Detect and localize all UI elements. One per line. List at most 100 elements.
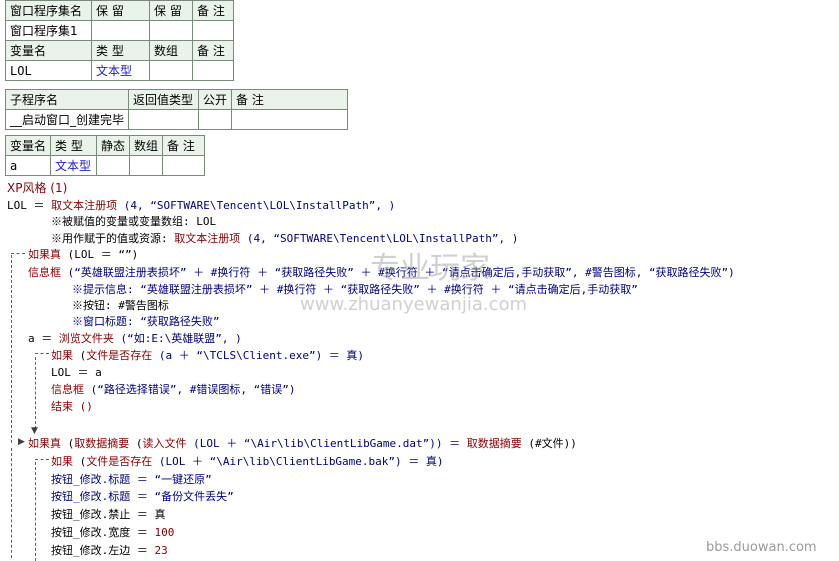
local-static-cell[interactable] — [96, 155, 131, 176]
public-cell[interactable] — [198, 109, 233, 130]
sub-name-cell[interactable]: __启动窗口_创建完毕 — [4, 109, 130, 130]
header-remark: 备 注 — [192, 0, 234, 21]
watermark-url: www.zhuanyewanjia.com — [300, 294, 528, 315]
code-line-btn-width[interactable]: 按钮_修改.宽度 ＝ 100 — [51, 524, 174, 542]
browse-folder-cmd: 浏览文件夹 — [58, 332, 114, 345]
code-line-if-exists[interactable]: 如果 (文件是否存在 (a ＋ “\TCLS\Client.exe”) ＝ 真) — [51, 347, 364, 365]
remark-cell[interactable] — [192, 20, 234, 41]
file-exists-cmd: 文件是否存在 — [86, 349, 153, 362]
btn-title-restore-text: 按钮_修改.标题 ＝ “一键还原” — [51, 473, 212, 486]
flow-guide-2 — [35, 357, 36, 429]
header-var-array: 数组 — [149, 40, 193, 61]
assembly-name-cell[interactable]: 窗口程序集1 — [5, 20, 92, 41]
header-reserved-1: 保 留 — [91, 0, 150, 21]
if-true-keyword: 如果真 — [28, 248, 61, 261]
comment-button-text: ※按钮: #警告图标 — [72, 299, 169, 312]
if-true-keyword-2: 如果真 — [28, 437, 61, 450]
msgbox-error-args: (“路径选择错误”, #错误图标, “错误”) — [84, 383, 296, 396]
var-remark-cell[interactable] — [192, 60, 234, 81]
assign-target: LOL ＝ — [7, 199, 52, 212]
local-name-cell[interactable]: a — [4, 155, 52, 176]
header-sub-name: 子程序名 — [4, 89, 130, 110]
local-var-table: 变量名 类 型 静态 数组 备 注 a 文本型 — [4, 135, 206, 176]
browse-assign: a ＝ — [28, 332, 59, 345]
code-line-btn-title-restore[interactable]: 按钮_修改.标题 ＝ “一键还原” — [51, 471, 212, 489]
end-call: 结束 () — [51, 400, 93, 413]
flow-guide-3 — [11, 448, 12, 558]
btn-width-label: 按钮_修改.宽度 ＝ — [51, 526, 155, 539]
header-var-name: 变量名 — [5, 40, 92, 61]
comment-title-text: ※窗口标题: “获取路径失败” — [72, 315, 220, 328]
code-line-btn-title-missing[interactable]: 按钮_修改.标题 ＝ “备份文件丢失” — [51, 488, 234, 506]
header-local-name: 变量名 — [4, 135, 52, 156]
header-public: 公开 — [198, 89, 233, 110]
header-local-array: 数组 — [129, 135, 164, 156]
code-line-msgbox-error[interactable]: 信息框 (“路径选择错误”, #错误图标, “错误”) — [51, 381, 295, 399]
file-exists-cmd-2: 文件是否存在 — [86, 455, 153, 468]
file-exists-args: (a ＋ “\TCLS\Client.exe”) ＝ 真) — [152, 349, 365, 362]
code-line-btn-left[interactable]: 按钮_修改.左边 ＝ 23 — [51, 542, 168, 560]
sub-remark-cell[interactable] — [231, 109, 349, 130]
flow-branch-1 — [11, 253, 25, 254]
xp-style-call: XP风格 (1) — [7, 181, 68, 195]
if-keyword-2: 如果 — [51, 455, 73, 468]
msgbox-cmd: 信息框 — [28, 266, 61, 279]
flow-guide-4 — [35, 462, 36, 561]
header-sub-remark: 备 注 — [231, 89, 349, 110]
flow-arrow-right-icon: ▶ — [18, 437, 25, 447]
msgbox-error-cmd: 信息框 — [51, 383, 84, 396]
code-line-browse[interactable]: a ＝ 浏览文件夹 (“如:E:\英雄联盟”, ) — [28, 330, 242, 348]
file-exists-args-2: (LOL ＋ “\Air\lib\ClientLibGame.bak”) ＝ 真… — [152, 455, 444, 468]
lol-eq-a-text: LOL ＝ a — [51, 366, 102, 379]
btn-left-label: 按钮_修改.左边 ＝ — [51, 544, 155, 557]
reserved-cell-2[interactable] — [149, 20, 193, 41]
btn-left-value: 23 — [154, 544, 168, 557]
code-line-if-bak[interactable]: 如果 (文件是否存在 (LOL ＋ “\Air\lib\ClientLibGam… — [51, 453, 444, 471]
code-line-end[interactable]: 结束 () — [51, 398, 93, 416]
code-line-xp-style[interactable]: XP风格 (1) — [7, 179, 67, 197]
digest-paren-2: ( — [129, 437, 143, 450]
code-line-comment-title: ※窗口标题: “获取路径失败” — [72, 313, 220, 331]
comment-assigned-var: ※被赋值的变量或变量数组: LOL — [51, 215, 217, 228]
comment-value-cmd: 取文本注册项 — [174, 232, 241, 245]
code-line-if-digest[interactable]: 如果真 (取数据摘要 (读入文件 (LOL ＋ “\Air\lib\Client… — [28, 435, 577, 453]
reserved-cell-1[interactable] — [91, 20, 150, 41]
flow-branch-2 — [35, 353, 49, 354]
header-local-type: 类 型 — [50, 135, 98, 156]
header-var-remark: 备 注 — [192, 40, 234, 61]
return-type-cell[interactable] — [128, 109, 200, 130]
digest-paren-1: ( — [61, 437, 75, 450]
local-array-cell[interactable] — [129, 155, 164, 176]
read-file-args: (LOL ＋ “\Air\lib\ClientLibGame.dat”)) ＝ — [186, 437, 467, 450]
subprogram-table: 子程序名 返回值类型 公开 备 注 __启动窗口_创建完毕 — [4, 89, 349, 130]
code-line-comment-var: ※被赋值的变量或变量数组: LOL — [51, 213, 216, 231]
var-array-cell[interactable] — [149, 60, 193, 81]
code-line-lol-eq-a[interactable]: LOL ＝ a — [51, 364, 102, 382]
digest-args-2: (#文件)) — [521, 437, 577, 450]
header-var-type: 类 型 — [91, 40, 150, 61]
if-paren-2: ( — [73, 455, 87, 468]
digest-cmd-2: 取数据摘要 — [466, 437, 522, 450]
local-remark-cell[interactable] — [162, 155, 206, 176]
var-type-cell[interactable]: 文本型 — [91, 60, 150, 81]
flow-branch-3 — [35, 459, 49, 460]
header-assembly-name: 窗口程序集名 — [5, 0, 92, 21]
registry-args: (4, “SOFTWARE\Tencent\LOL\InstallPath”, … — [117, 199, 396, 212]
header-local-remark: 备 注 — [162, 135, 206, 156]
digest-cmd-1: 取数据摘要 — [74, 437, 130, 450]
window-assembly-table: 窗口程序集名 保 留 保 留 备 注 窗口程序集1 变量名 类 型 数组 备 注… — [5, 0, 234, 81]
btn-disable-text: 按钮_修改.禁止 ＝ 真 — [51, 508, 166, 521]
if-paren: ( — [73, 349, 87, 362]
cmd-get-registry: 取文本注册项 — [51, 199, 118, 212]
var-name-cell[interactable]: LOL — [5, 60, 92, 81]
code-line-btn-disable[interactable]: 按钮_修改.禁止 ＝ 真 — [51, 506, 166, 524]
btn-width-value: 100 — [154, 526, 175, 539]
comment-value-label: ※用作赋于的值或资源: — [51, 232, 175, 245]
read-file-cmd: 读入文件 — [142, 437, 187, 450]
watermark-corner: bbs.duowan.com — [706, 540, 817, 555]
local-type-cell[interactable]: 文本型 — [50, 155, 98, 176]
watermark-logo: 专业玩家 — [370, 251, 490, 286]
if-keyword: 如果 — [51, 349, 73, 362]
header-local-static: 静态 — [96, 135, 131, 156]
code-line-if-empty[interactable]: 如果真 (LOL ＝ “”) — [28, 246, 138, 264]
